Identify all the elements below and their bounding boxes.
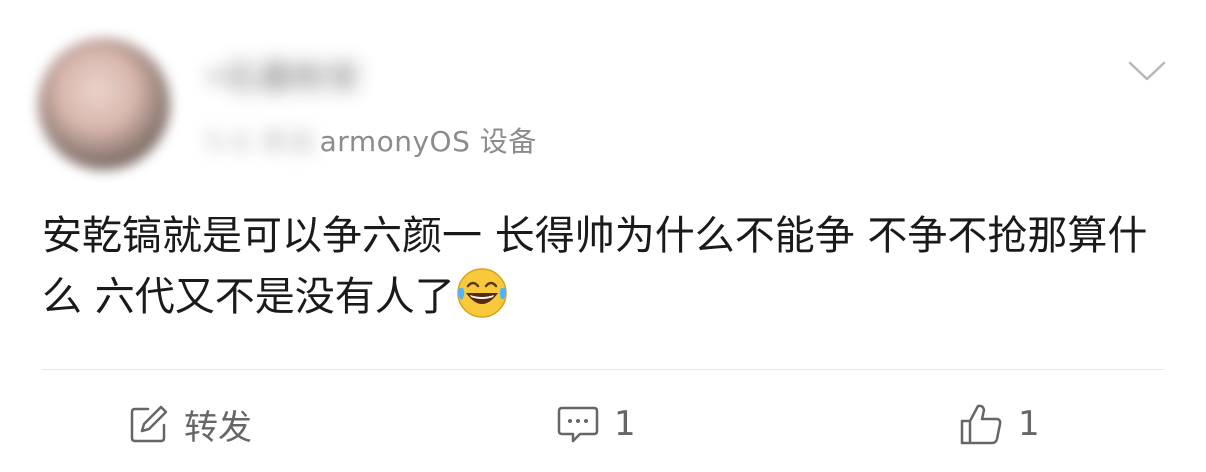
post-time: 5-6 来自	[205, 125, 316, 158]
divider	[42, 369, 1164, 370]
repost-icon	[130, 405, 168, 443]
repost-label: 转发	[184, 407, 252, 448]
like-button[interactable]: 1	[958, 398, 1040, 450]
laughing-tears-emoji-icon	[456, 268, 507, 318]
repost-button[interactable]: 转发	[128, 398, 252, 450]
like-count: 1	[1018, 404, 1040, 444]
chevron-down-icon[interactable]	[1128, 60, 1166, 82]
author-name[interactable]: •石墨粉安	[205, 52, 425, 98]
comment-icon	[557, 406, 599, 443]
post-content: 安乾镐就是可以争六颜一 长得帅为什么不能争 不争不抢那算什么 六代又不是没有人了	[42, 206, 1172, 327]
thumbs-up-icon	[960, 404, 1002, 445]
post-meta: 5-6 来自 armonyOS 设备	[205, 120, 537, 160]
comment-count: 1	[614, 404, 636, 444]
comment-button[interactable]: 1	[556, 398, 636, 450]
post-source: armonyOS 设备	[319, 125, 537, 158]
avatar[interactable]	[38, 38, 170, 170]
post-text: 安乾镐就是可以争六颜一 长得帅为什么不能争 不争不抢那算什么 六代又不是没有人了	[42, 213, 1148, 320]
